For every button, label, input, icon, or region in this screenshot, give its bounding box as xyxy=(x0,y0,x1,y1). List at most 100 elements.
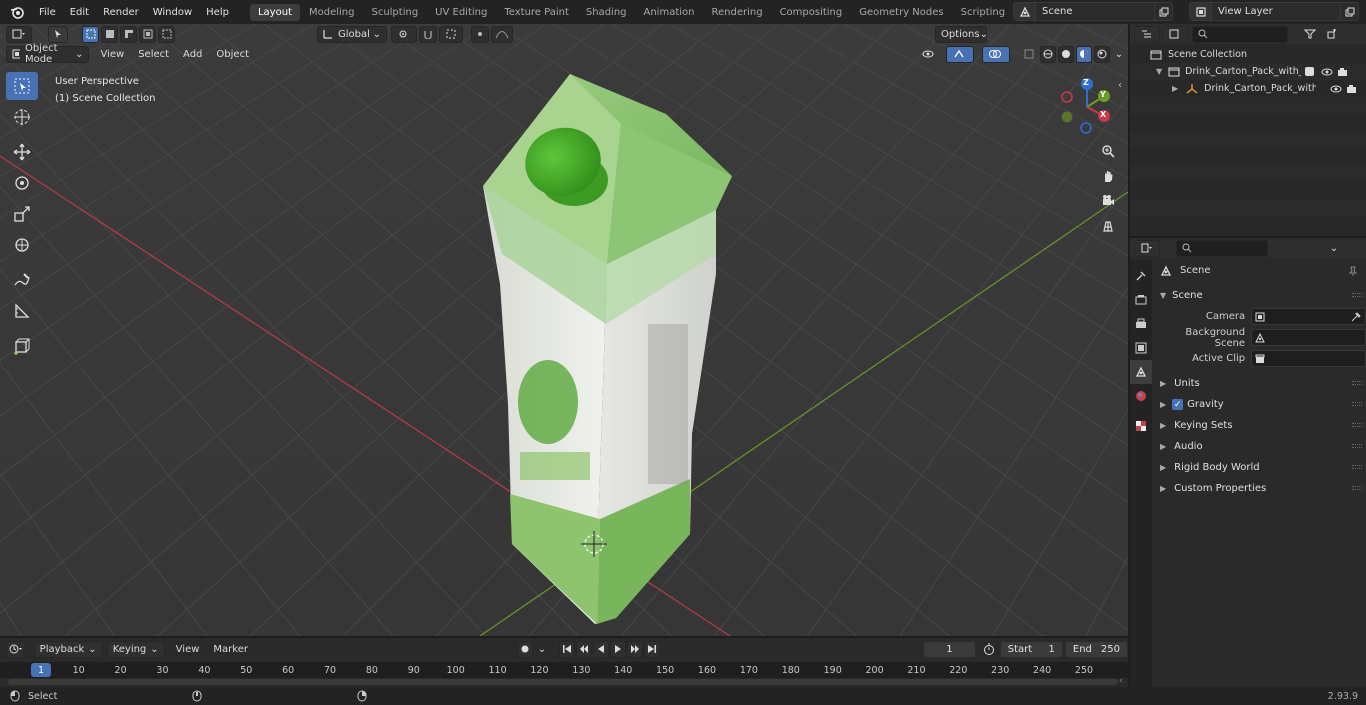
audio-panel-header[interactable]: ▶ Audio xyxy=(1154,436,1366,457)
menu-edit[interactable]: Edit xyxy=(63,4,96,21)
select-invert-icon[interactable] xyxy=(139,25,156,43)
tool-rotate-icon[interactable] xyxy=(6,169,38,197)
tab-animation[interactable]: Animation xyxy=(636,4,703,21)
active-clip-field[interactable] xyxy=(1251,350,1366,367)
tab-modeling[interactable]: Modeling xyxy=(301,4,363,21)
xray-toggle-icon[interactable] xyxy=(1020,46,1038,63)
panel-grip-icon[interactable] xyxy=(1352,486,1362,490)
eye-icon[interactable] xyxy=(1330,84,1342,94)
scene-selector[interactable]: Scene xyxy=(1013,2,1173,21)
scene-name[interactable]: Scene xyxy=(1036,6,1154,17)
timeline-menu-marker[interactable]: Marker xyxy=(206,644,255,655)
object-mode-dropdown[interactable]: Object Mode ⌄ xyxy=(6,43,90,65)
keying-sets-panel-header[interactable]: ▶ Keying Sets xyxy=(1154,415,1366,436)
tool-annotate-icon[interactable] xyxy=(6,266,38,294)
tool-select-box-icon[interactable] xyxy=(6,72,38,100)
properties-editor-type-icon[interactable] xyxy=(1134,239,1160,257)
tool-move-icon[interactable] xyxy=(6,138,38,166)
shading-rendered-icon[interactable] xyxy=(1094,45,1110,63)
properties-options-icon[interactable]: ⌄ xyxy=(1326,240,1342,257)
texture-properties-tab-icon[interactable] xyxy=(1130,414,1152,438)
eye-icon[interactable] xyxy=(1321,67,1333,77)
viewport-menu-view[interactable]: View xyxy=(93,49,131,60)
menu-file[interactable]: File xyxy=(32,4,63,21)
snap-element-icon[interactable] xyxy=(439,25,463,43)
render-properties-tab-icon[interactable] xyxy=(1130,288,1152,312)
overlays-toggle-icon[interactable] xyxy=(982,45,1010,63)
tab-uv-editing[interactable]: UV Editing xyxy=(427,4,495,21)
properties-search-input[interactable] xyxy=(1176,239,1268,257)
panel-grip-icon[interactable] xyxy=(1352,402,1362,406)
tab-layout[interactable]: Layout xyxy=(249,3,300,21)
outliner-row-collection[interactable]: ▼ Drink_Carton_Pack_with_Scre xyxy=(1130,63,1366,80)
select-tool-icon[interactable] xyxy=(48,25,68,43)
tab-scripting[interactable]: Scripting xyxy=(953,4,1013,21)
menu-help[interactable]: Help xyxy=(199,4,236,21)
viewport-menu-object[interactable]: Object xyxy=(209,49,256,60)
timeline-editor-type-icon[interactable] xyxy=(6,640,26,658)
tool-transform-icon[interactable] xyxy=(6,231,38,259)
playback-menu[interactable]: Playback ⌄ xyxy=(33,640,103,658)
jump-to-keyframe-forward-icon[interactable] xyxy=(626,640,643,658)
timeline-menu-view[interactable]: View xyxy=(169,644,207,655)
panel-grip-icon[interactable] xyxy=(1352,423,1362,427)
preview-range-stopwatch-icon[interactable] xyxy=(982,641,996,658)
select-extend-icon[interactable] xyxy=(101,25,118,43)
editor-type-button[interactable] xyxy=(6,25,32,43)
tab-texture-paint[interactable]: Texture Paint xyxy=(496,4,577,21)
output-properties-tab-icon[interactable] xyxy=(1130,312,1152,336)
view-layer-tab-icon[interactable] xyxy=(1130,336,1152,360)
render-camera-icon[interactable] xyxy=(1337,67,1349,77)
start-frame-field[interactable]: Start 1 xyxy=(999,640,1063,658)
perspective-toggle-icon[interactable] xyxy=(1097,215,1119,237)
visibility-selectability-icon[interactable] xyxy=(916,46,944,63)
tool-measure-icon[interactable] xyxy=(6,297,38,325)
viewport-menu-add[interactable]: Add xyxy=(176,49,209,60)
collapse-arrow-icon[interactable]: ▶ xyxy=(1172,84,1178,93)
shading-material-icon[interactable] xyxy=(1076,45,1092,63)
transform-orientation-dropdown[interactable]: Global ⌄ xyxy=(317,25,387,43)
tool-add-cube-icon[interactable] xyxy=(6,332,38,360)
keying-menu[interactable]: Keying ⌄ xyxy=(106,640,165,658)
snap-toggle-icon[interactable] xyxy=(419,25,437,43)
tab-sculpting[interactable]: Sculpting xyxy=(363,4,426,21)
navigation-gizmo[interactable]: Z Y X xyxy=(1056,76,1118,138)
jump-to-start-icon[interactable] xyxy=(558,640,575,658)
shading-wireframe-icon[interactable] xyxy=(1040,45,1056,63)
units-panel-header[interactable]: ▶ Units xyxy=(1154,373,1366,394)
falloff-icon[interactable] xyxy=(491,25,513,43)
panel-grip-icon[interactable] xyxy=(1352,381,1362,385)
tool-scale-icon[interactable] xyxy=(6,200,38,228)
tool-properties-tab-icon[interactable] xyxy=(1130,264,1152,288)
outliner-display-mode-icon[interactable] xyxy=(1162,25,1188,43)
new-collection-icon[interactable] xyxy=(1324,26,1340,43)
pin-icon[interactable] xyxy=(1348,266,1358,276)
shading-options-icon[interactable]: ⌄ xyxy=(1112,46,1126,63)
pivot-point-icon[interactable] xyxy=(391,25,417,43)
scene-panel-header[interactable]: ▼ Scene xyxy=(1154,285,1366,306)
tab-geometry-nodes[interactable]: Geometry Nodes xyxy=(851,4,951,21)
options-dropdown[interactable]: Options ⌄ xyxy=(935,25,988,43)
select-subtract-icon[interactable] xyxy=(120,25,137,43)
zoom-view-icon[interactable] xyxy=(1097,140,1119,162)
tool-cursor-icon[interactable] xyxy=(6,103,38,131)
rigid-body-world-panel-header[interactable]: ▶ Rigid Body World xyxy=(1154,457,1366,478)
tab-shading[interactable]: Shading xyxy=(578,4,635,21)
play-reverse-icon[interactable] xyxy=(592,640,609,658)
tab-compositing[interactable]: Compositing xyxy=(772,4,851,21)
timeline-scrollbar[interactable] xyxy=(8,679,1118,685)
timeline-resize-arrow-icon[interactable]: ‹ xyxy=(1119,676,1123,686)
expand-arrow-icon[interactable]: ▼ xyxy=(1156,67,1162,76)
exclude-checkbox-icon[interactable] xyxy=(1305,67,1315,76)
view-layer-selector[interactable]: View Layer xyxy=(1189,2,1359,21)
gizmo-toggle-icon[interactable] xyxy=(946,45,974,63)
3d-viewport[interactable]: Global ⌄ Options ⌄ Object Mode ⌄ View Se… xyxy=(0,24,1128,636)
blender-logo-icon[interactable] xyxy=(6,1,28,23)
pan-view-icon[interactable] xyxy=(1097,165,1119,187)
outliner-row-object[interactable]: ▶ Drink_Carton_Pack_with_ xyxy=(1130,80,1366,97)
view-layer-name[interactable]: View Layer xyxy=(1212,6,1340,17)
end-frame-field[interactable]: End 250 xyxy=(1064,640,1128,658)
play-icon[interactable] xyxy=(609,640,626,658)
background-scene-field[interactable] xyxy=(1251,329,1366,346)
panel-grip-icon[interactable] xyxy=(1352,465,1362,469)
